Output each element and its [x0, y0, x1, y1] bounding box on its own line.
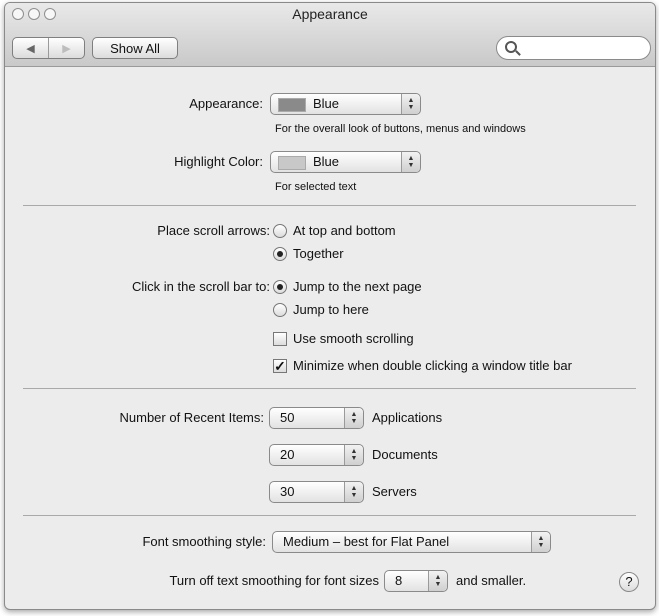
appearance-label: Appearance: — [189, 96, 263, 111]
highlight-popup[interactable]: Blue ▲ ▼ — [270, 151, 421, 173]
smooth-scrolling-label[interactable]: Use smooth scrolling — [293, 331, 414, 346]
appearance-window: Appearance ◀ ▶ Show All Appearance: Blue… — [4, 2, 656, 610]
highlight-label: Highlight Color: — [174, 154, 263, 169]
recent-items-label: Number of Recent Items: — [119, 410, 265, 425]
titlebar: Appearance ◀ ▶ Show All — [5, 3, 655, 67]
recent-documents-popup[interactable]: 20 ▲ ▼ — [269, 444, 364, 466]
text-smoothing-suffix: and smaller. — [456, 573, 527, 588]
recent-servers-label: Servers — [372, 484, 417, 499]
highlight-swatch — [278, 156, 306, 170]
option-jump-to-next-page[interactable]: Jump to the next page — [293, 279, 422, 294]
text-smoothing-size-value: 8 — [395, 573, 403, 588]
popup-arrows-icon: ▲ ▼ — [401, 152, 420, 172]
appearance-hint: For the overall look of buttons, menus a… — [275, 123, 526, 135]
appearance-popup[interactable]: Blue ▲ ▼ — [270, 93, 421, 115]
highlight-hint: For selected text — [275, 181, 357, 193]
popup-arrows-icon: ▲ ▼ — [428, 571, 447, 591]
recent-servers-value: 30 — [280, 484, 295, 499]
option-jump-to-here[interactable]: Jump to here — [293, 302, 369, 317]
recent-documents-value: 20 — [280, 447, 295, 462]
recent-applications-value: 50 — [280, 410, 295, 425]
radio-together[interactable] — [273, 247, 287, 261]
radio-at-top-and-bottom[interactable] — [273, 224, 287, 238]
search-field[interactable] — [496, 36, 651, 60]
recent-documents-label: Documents — [372, 447, 438, 462]
popup-arrows-icon: ▲ ▼ — [531, 532, 550, 552]
recent-applications-label: Applications — [372, 410, 443, 425]
scroll-arrows-label: Place scroll arrows: — [157, 223, 270, 238]
search-input[interactable] — [523, 40, 647, 58]
minimize-double-click-label[interactable]: Minimize when double clicking a window t… — [293, 358, 572, 373]
minimize-double-click-checkbox[interactable]: ✓ — [273, 359, 287, 373]
search-icon — [505, 41, 517, 53]
show-all-button[interactable]: Show All — [92, 37, 178, 59]
recent-servers-popup[interactable]: 30 ▲ ▼ — [269, 481, 364, 503]
back-arrow-icon[interactable]: ◀ — [13, 38, 48, 58]
forward-arrow-icon[interactable]: ▶ — [48, 38, 84, 58]
preferences-content: Appearance: Blue ▲ ▼ For the overall look… — [5, 67, 655, 609]
font-smoothing-label: Font smoothing style: — [142, 534, 266, 549]
divider — [23, 205, 636, 206]
appearance-value: Blue — [313, 96, 340, 111]
scroll-click-label: Click in the scroll bar to: — [132, 279, 270, 294]
font-smoothing-value: Medium – best for Flat Panel — [283, 534, 450, 549]
popup-arrows-icon: ▲ ▼ — [344, 408, 363, 428]
help-button[interactable]: ? — [619, 572, 639, 592]
text-smoothing-label: Turn off text smoothing for font sizes — [169, 573, 379, 588]
font-smoothing-popup[interactable]: Medium – best for Flat Panel ▲ ▼ — [272, 531, 551, 553]
option-together[interactable]: Together — [293, 246, 344, 261]
text-smoothing-size-popup[interactable]: 8 ▲ ▼ — [384, 570, 448, 592]
divider — [23, 388, 636, 389]
appearance-swatch — [278, 98, 306, 112]
highlight-value: Blue — [313, 154, 340, 169]
radio-jump-to-here[interactable] — [273, 303, 287, 317]
recent-applications-popup[interactable]: 50 ▲ ▼ — [269, 407, 364, 429]
popup-arrows-icon: ▲ ▼ — [344, 445, 363, 465]
window-title: Appearance — [292, 6, 368, 22]
popup-arrows-icon: ▲ ▼ — [401, 94, 420, 114]
option-at-top-and-bottom[interactable]: At top and bottom — [293, 223, 396, 238]
smooth-scrolling-checkbox[interactable] — [273, 332, 287, 346]
back-forward-control: ◀ ▶ — [12, 37, 85, 59]
radio-jump-to-next-page[interactable] — [273, 280, 287, 294]
popup-arrows-icon: ▲ ▼ — [344, 482, 363, 502]
divider — [23, 515, 636, 516]
